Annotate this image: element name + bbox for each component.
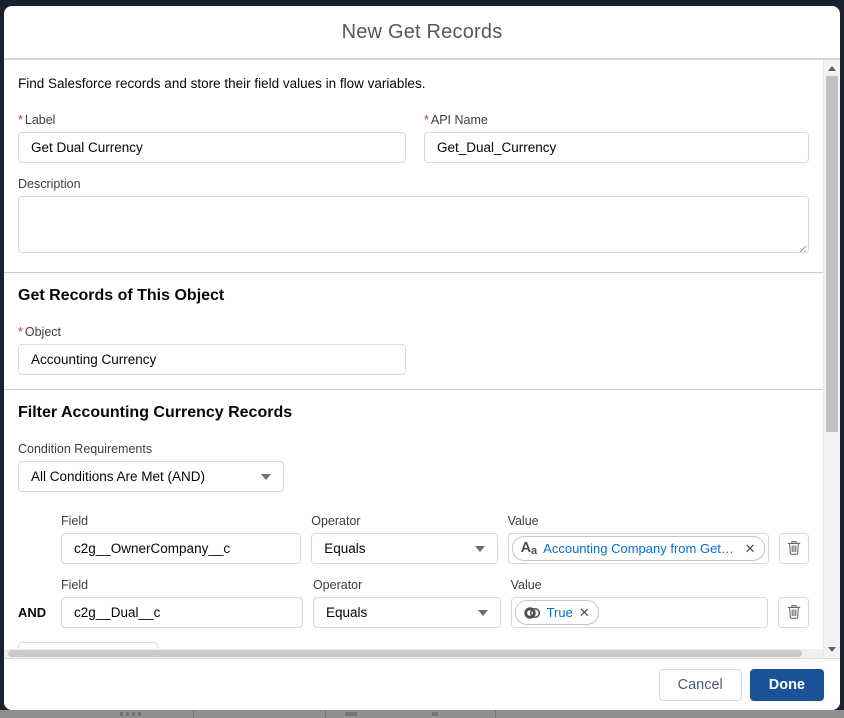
- done-button[interactable]: Done: [750, 669, 824, 701]
- modal-body: Find Salesforce records and store their …: [4, 60, 840, 658]
- condition-field-group: Field: [61, 514, 301, 564]
- condition-row: Field Operator Equals Value: [18, 514, 809, 564]
- field-column-label: Field: [61, 578, 303, 592]
- label-api-row: *Label *API Name: [18, 113, 809, 163]
- arrow-down-icon: [828, 647, 836, 652]
- required-asterisk: *: [424, 113, 429, 127]
- field-column-label: Field: [61, 514, 301, 528]
- value-column-label: Value: [508, 514, 769, 528]
- condition-requirements-select[interactable]: All Conditions Are Met (AND): [18, 461, 284, 492]
- condition-requirements-label: Condition Requirements: [18, 442, 809, 456]
- condition-operator-group: Operator Equals: [311, 514, 497, 564]
- filter-section-heading: Filter Accounting Currency Records: [18, 404, 809, 422]
- object-input[interactable]: [18, 344, 406, 375]
- vertical-scrollbar-thumb[interactable]: [826, 76, 838, 432]
- horizontal-scrollbar-thumb[interactable]: [8, 650, 802, 657]
- arrow-up-icon: [828, 66, 836, 71]
- condition-field-input[interactable]: [61, 597, 303, 628]
- scroll-down-button[interactable]: [824, 641, 840, 658]
- object-field-label: *Object: [18, 325, 406, 339]
- operator-value: Equals: [324, 541, 365, 556]
- modal-title: New Get Records: [342, 21, 503, 44]
- api-name-field-group: *API Name: [424, 113, 809, 163]
- background-app-sliver: [0, 710, 844, 718]
- condition-requirements-group: Condition Requirements All Conditions Ar…: [18, 442, 809, 492]
- modal-header: New Get Records: [4, 6, 840, 60]
- section-divider: [4, 272, 823, 273]
- description-field-group: Description: [18, 177, 809, 258]
- text-type-icon: Aa: [521, 541, 538, 557]
- trash-icon: [787, 604, 801, 622]
- operator-value: Equals: [326, 605, 367, 620]
- condition-value-group: Value True ✕: [511, 578, 769, 628]
- modal-content-column: Find Salesforce records and store their …: [4, 60, 823, 658]
- chevron-down-icon: [261, 474, 271, 480]
- label-input[interactable]: [18, 132, 406, 163]
- trash-icon: [787, 540, 801, 558]
- horizontal-scrollbar[interactable]: [4, 649, 823, 658]
- condition-value-group: Value Aa Accounting Company from Get_… ✕: [508, 514, 769, 564]
- section-divider: [4, 389, 823, 390]
- vertical-scrollbar[interactable]: [823, 60, 840, 658]
- value-pill-label: True: [547, 605, 573, 620]
- condition-value-input[interactable]: Aa Accounting Company from Get_… ✕: [508, 533, 769, 564]
- value-column-label: Value: [511, 578, 769, 592]
- condition-operator-select[interactable]: Equals: [313, 597, 501, 628]
- value-pill[interactable]: Aa Accounting Company from Get_… ✕: [512, 536, 765, 561]
- description-textarea[interactable]: [18, 196, 809, 253]
- label-field-group: *Label: [18, 113, 406, 163]
- condition-field-group: Field: [61, 578, 303, 628]
- remove-value-icon[interactable]: ✕: [745, 542, 756, 555]
- chevron-down-icon: [475, 546, 485, 552]
- condition-operator-group: Operator Equals: [313, 578, 501, 628]
- label-field-label: *Label: [18, 113, 406, 127]
- api-name-input[interactable]: [424, 132, 809, 163]
- value-pill[interactable]: True ✕: [515, 600, 599, 625]
- intro-text: Find Salesforce records and store their …: [18, 76, 809, 91]
- cancel-button[interactable]: Cancel: [659, 669, 742, 701]
- condition-field-input[interactable]: [61, 533, 301, 564]
- modal-scroll-area: Find Salesforce records and store their …: [4, 60, 823, 649]
- object-field-group: *Object: [18, 325, 406, 375]
- value-pill-label: Accounting Company from Get_…: [543, 541, 738, 556]
- description-field-label: Description: [18, 177, 809, 191]
- condition-row: AND Field Operator Equals Value: [18, 578, 809, 628]
- remove-value-icon[interactable]: ✕: [579, 606, 590, 619]
- new-get-records-modal: New Get Records Find Salesforce records …: [4, 6, 840, 710]
- condition-value-input[interactable]: True ✕: [511, 597, 769, 628]
- object-section-heading: Get Records of This Object: [18, 287, 809, 305]
- chevron-down-icon: [478, 610, 488, 616]
- required-asterisk: *: [18, 113, 23, 127]
- delete-condition-button[interactable]: [779, 533, 809, 564]
- add-condition-button[interactable]: + Add Condition: [18, 642, 158, 649]
- condition-operator-select[interactable]: Equals: [311, 533, 497, 564]
- operator-column-label: Operator: [313, 578, 501, 592]
- required-asterisk: *: [18, 325, 23, 339]
- delete-condition-button[interactable]: [778, 597, 809, 628]
- condition-requirements-value: All Conditions Are Met (AND): [31, 469, 205, 484]
- boolean-type-icon: [524, 606, 541, 620]
- scroll-up-button[interactable]: [824, 60, 840, 77]
- condition-prefix: AND: [18, 597, 51, 628]
- condition-prefix: [18, 533, 51, 564]
- api-name-field-label: *API Name: [424, 113, 809, 127]
- operator-column-label: Operator: [311, 514, 497, 528]
- modal-footer: Cancel Done: [4, 658, 840, 710]
